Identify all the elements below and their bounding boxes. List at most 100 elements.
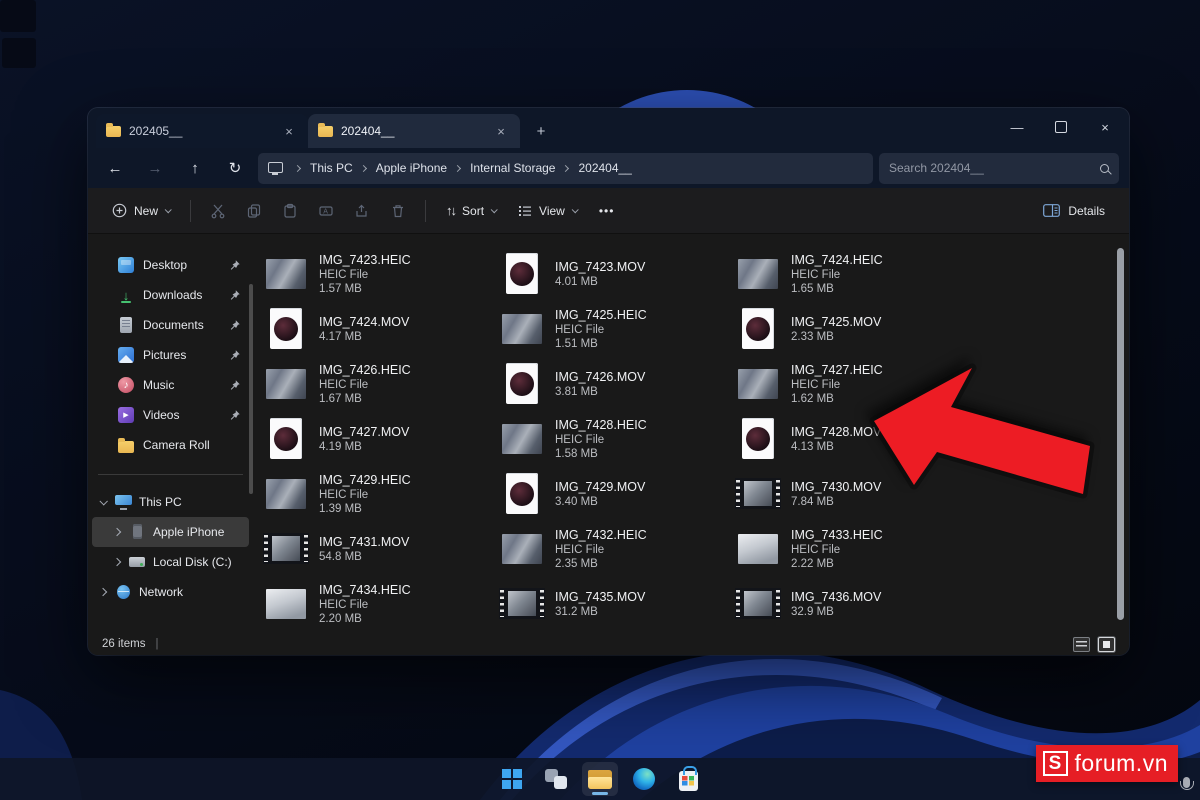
file-tile[interactable]: IMG_7426.HEIC HEIC File 1.67 MB bbox=[257, 356, 493, 411]
tree-chevron-icon[interactable] bbox=[113, 528, 121, 536]
desktop-shortcut[interactable] bbox=[0, 0, 36, 32]
share-button[interactable] bbox=[345, 195, 379, 227]
details-view-toggle[interactable] bbox=[1073, 637, 1090, 652]
breadcrumb[interactable]: This PC Apple iPhone Internal Storage bbox=[258, 153, 873, 184]
sidebar-item[interactable]: Documents bbox=[92, 310, 249, 340]
file-tile[interactable]: IMG_7426.MOV 3.81 MB bbox=[493, 356, 729, 411]
sidebar-item-label: Videos bbox=[143, 408, 219, 422]
sidebar-item[interactable]: Camera Roll bbox=[92, 430, 249, 460]
file-tile[interactable]: IMG_7435.MOV 31.2 MB bbox=[493, 576, 729, 631]
rename-button[interactable]: A bbox=[309, 195, 343, 227]
file-name: IMG_7429.HEIC bbox=[319, 473, 411, 487]
file-tile[interactable]: IMG_7427.HEIC HEIC File 1.62 MB bbox=[729, 356, 965, 411]
file-tile[interactable]: IMG_7425.HEIC HEIC File 1.51 MB bbox=[493, 301, 729, 356]
tree-chevron-icon[interactable] bbox=[113, 558, 121, 566]
chevron-down-icon bbox=[491, 206, 498, 213]
task-view-button[interactable] bbox=[538, 762, 574, 796]
sort-button[interactable]: ↑↓ Sort bbox=[436, 196, 506, 225]
details-button[interactable]: Details bbox=[1033, 197, 1115, 225]
more-button[interactable]: ••• bbox=[589, 204, 625, 218]
file-tile[interactable]: IMG_7427.MOV 4.19 MB bbox=[257, 411, 493, 466]
search-icon[interactable] bbox=[1100, 164, 1109, 173]
file-tile[interactable]: IMG_7433.HEIC HEIC File 2.22 MB bbox=[729, 521, 965, 576]
tab-close-icon[interactable]: × bbox=[280, 122, 298, 140]
paste-button[interactable] bbox=[273, 195, 307, 227]
up-button[interactable]: ↑ bbox=[178, 153, 212, 183]
file-name: IMG_7425.MOV bbox=[791, 315, 881, 329]
file-tile[interactable]: IMG_7429.HEIC HEIC File 1.39 MB bbox=[257, 466, 493, 521]
sidebar-tree-item[interactable]: Local Disk (C:) bbox=[92, 547, 249, 577]
file-meta: IMG_7425.HEIC HEIC File 1.51 MB bbox=[555, 308, 647, 350]
file-tile[interactable]: IMG_7428.HEIC HEIC File 1.58 MB bbox=[493, 411, 729, 466]
refresh-button[interactable]: ↻ bbox=[218, 153, 252, 183]
edge-button[interactable] bbox=[626, 762, 662, 796]
delete-button[interactable] bbox=[381, 195, 415, 227]
file-thumbnail bbox=[735, 534, 781, 564]
view-button[interactable]: View bbox=[508, 197, 587, 225]
start-button[interactable] bbox=[494, 762, 530, 796]
back-button[interactable]: ← bbox=[98, 153, 132, 183]
file-tile[interactable]: IMG_7424.HEIC HEIC File 1.65 MB bbox=[729, 246, 965, 301]
file-tile[interactable]: IMG_7431.MOV 54.8 MB bbox=[257, 521, 493, 576]
sidebar-item[interactable]: Desktop bbox=[92, 250, 249, 280]
file-tile[interactable]: IMG_7428.MOV 4.13 MB bbox=[729, 411, 965, 466]
tree-chevron-icon[interactable] bbox=[99, 497, 107, 505]
large-icons-view-toggle[interactable] bbox=[1098, 637, 1115, 652]
file-thumbnail bbox=[735, 307, 781, 351]
file-tile[interactable]: IMG_7436.MOV 32.9 MB bbox=[729, 576, 965, 631]
maximize-button[interactable] bbox=[1039, 108, 1083, 146]
file-tile[interactable]: IMG_7429.MOV 3.40 MB bbox=[493, 466, 729, 521]
desktop-shortcut[interactable] bbox=[2, 38, 36, 68]
file-thumbnail bbox=[499, 252, 545, 296]
forward-button[interactable]: → bbox=[138, 153, 172, 183]
sidebar-tree-item[interactable]: This PC bbox=[92, 487, 249, 517]
explorer-tab[interactable]: 202405__ × bbox=[96, 114, 308, 148]
tab-close-icon[interactable]: × bbox=[492, 122, 510, 140]
file-tile[interactable]: IMG_7434.HEIC HEIC File 2.20 MB bbox=[257, 576, 493, 631]
pin-icon bbox=[228, 409, 241, 422]
new-button[interactable]: New bbox=[102, 196, 180, 225]
tree-item-label: Network bbox=[139, 585, 249, 599]
file-tile[interactable]: IMG_7423.MOV 4.01 MB bbox=[493, 246, 729, 301]
sidebar-item[interactable]: Pictures bbox=[92, 340, 249, 370]
microphone-icon[interactable] bbox=[1183, 777, 1190, 788]
sidebar-tree-item[interactable]: Apple iPhone bbox=[92, 517, 249, 547]
cut-button[interactable] bbox=[201, 195, 235, 227]
file-thumbnail bbox=[735, 259, 781, 289]
breadcrumb-item[interactable]: 202404__ bbox=[559, 161, 635, 175]
explorer-tab[interactable]: 202404__ × bbox=[308, 114, 520, 148]
file-explorer-taskbar-button[interactable] bbox=[582, 762, 618, 796]
store-button[interactable] bbox=[670, 762, 706, 796]
breadcrumb-item[interactable]: Internal Storage bbox=[451, 161, 559, 175]
sort-label: Sort bbox=[462, 204, 484, 218]
vertical-scrollbar[interactable] bbox=[1117, 248, 1124, 620]
tree-chevron-icon[interactable] bbox=[99, 588, 107, 596]
sidebar-tree-item[interactable]: Network bbox=[92, 577, 249, 607]
file-tile[interactable]: IMG_7430.MOV 7.84 MB bbox=[729, 466, 965, 521]
new-tab-button[interactable]: + bbox=[528, 118, 554, 144]
file-thumbnail bbox=[735, 369, 781, 399]
file-size: 32.9 MB bbox=[791, 606, 881, 618]
minimize-button[interactable]: — bbox=[995, 108, 1039, 146]
sidebar-item-icon bbox=[118, 377, 134, 393]
play-icon bbox=[283, 434, 291, 444]
file-explorer-window: 202405__ × 202404__ × + — × ← bbox=[88, 108, 1129, 655]
breadcrumb-item[interactable]: Apple iPhone bbox=[357, 161, 451, 175]
file-meta: IMG_7424.MOV 4.17 MB bbox=[319, 315, 409, 343]
search-input[interactable] bbox=[889, 161, 1100, 175]
share-icon bbox=[354, 203, 370, 219]
file-tile[interactable]: IMG_7425.MOV 2.33 MB bbox=[729, 301, 965, 356]
sidebar-item[interactable]: Music bbox=[92, 370, 249, 400]
taskbar bbox=[0, 758, 1200, 800]
close-button[interactable]: × bbox=[1083, 108, 1127, 146]
sidebar-item[interactable]: Videos bbox=[92, 400, 249, 430]
details-label: Details bbox=[1068, 204, 1105, 218]
file-tile[interactable]: IMG_7423.HEIC HEIC File 1.57 MB bbox=[257, 246, 493, 301]
copy-button[interactable] bbox=[237, 195, 271, 227]
sidebar-item[interactable]: Downloads bbox=[92, 280, 249, 310]
pin-icon bbox=[228, 259, 241, 272]
file-meta: IMG_7428.HEIC HEIC File 1.58 MB bbox=[555, 418, 647, 460]
breadcrumb-item[interactable]: This PC bbox=[291, 161, 357, 175]
file-tile[interactable]: IMG_7424.MOV 4.17 MB bbox=[257, 301, 493, 356]
file-tile[interactable]: IMG_7432.HEIC HEIC File 2.35 MB bbox=[493, 521, 729, 576]
